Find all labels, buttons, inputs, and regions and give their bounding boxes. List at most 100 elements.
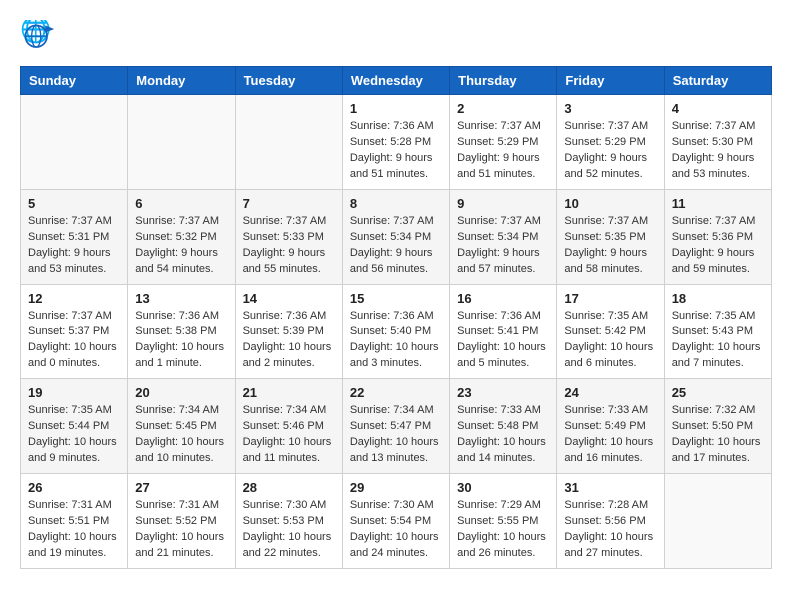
day-number: 26 [28, 480, 120, 495]
day-cell: 28 Sunrise: 7:30 AM Sunset: 5:53 PM Dayli… [235, 474, 342, 569]
day-info: Sunrise: 7:37 AM Sunset: 5:33 PM Dayligh… [243, 214, 335, 278]
day-cell: 29Sunrise: 7:30 AM Sunset: 5:54 PM Dayli… [342, 474, 449, 569]
weekday-header-saturday: Saturday [664, 67, 771, 95]
day-cell: 16 Sunrise: 7:36 AM Sunset: 5:41 PM Dayli… [450, 284, 557, 379]
day-info: Sunrise: 7:31 AM Sunset: 5:52 PM Dayligh… [135, 498, 227, 562]
day-number: 5 [28, 196, 120, 211]
day-cell: 22Sunrise: 7:34 AM Sunset: 5:47 PM Dayli… [342, 379, 449, 474]
day-info: Sunrise: 7:36 AM Sunset: 5:41 PM Dayligh… [457, 309, 549, 373]
day-info: Sunrise: 7:37 AM Sunset: 5:29 PM Dayligh… [564, 119, 656, 183]
header: 🌐 [20, 20, 772, 56]
day-number: 31 [564, 480, 656, 495]
day-number: 7 [243, 196, 335, 211]
week-row-3: 12 Sunrise: 7:37 AM Sunset: 5:37 PM Dayli… [21, 284, 772, 379]
day-info: Sunrise: 7:37 AM Sunset: 5:37 PM Dayligh… [28, 309, 120, 373]
week-row-5: 26Sunrise: 7:31 AM Sunset: 5:51 PM Dayli… [21, 474, 772, 569]
weekday-header-friday: Friday [557, 67, 664, 95]
day-number: 11 [672, 196, 764, 211]
day-info: Sunrise: 7:37 AM Sunset: 5:35 PM Dayligh… [564, 214, 656, 278]
day-cell: 26Sunrise: 7:31 AM Sunset: 5:51 PM Dayli… [21, 474, 128, 569]
weekday-header-wednesday: Wednesday [342, 67, 449, 95]
day-cell: 5 Sunrise: 7:37 AM Sunset: 5:31 PM Daylig… [21, 189, 128, 284]
logo-icon: 🌐 [20, 20, 56, 56]
weekday-header-thursday: Thursday [450, 67, 557, 95]
day-info: Sunrise: 7:29 AM Sunset: 5:55 PM Dayligh… [457, 498, 549, 562]
page-container: 🌐 SundayMondayTuesdayWednesdayThursdayFr… [0, 0, 792, 579]
day-number: 3 [564, 101, 656, 116]
weekday-header-row: SundayMondayTuesdayWednesdayThursdayFrid… [21, 67, 772, 95]
day-cell: 12 Sunrise: 7:37 AM Sunset: 5:37 PM Dayli… [21, 284, 128, 379]
day-number: 1 [350, 101, 442, 116]
day-number: 17 [564, 291, 656, 306]
day-number: 8 [350, 196, 442, 211]
day-number: 2 [457, 101, 549, 116]
day-info: Sunrise: 7:36 AM Sunset: 5:28 PM Dayligh… [350, 119, 442, 183]
weekday-header-monday: Monday [128, 67, 235, 95]
day-cell [128, 95, 235, 190]
week-row-2: 5 Sunrise: 7:37 AM Sunset: 5:31 PM Daylig… [21, 189, 772, 284]
day-number: 21 [243, 385, 335, 400]
day-info: Sunrise: 7:35 AM Sunset: 5:42 PM Dayligh… [564, 309, 656, 373]
day-cell: 25 Sunrise: 7:32 AM Sunset: 5:50 PM Dayli… [664, 379, 771, 474]
day-cell: 27 Sunrise: 7:31 AM Sunset: 5:52 PM Dayli… [128, 474, 235, 569]
day-info: Sunrise: 7:32 AM Sunset: 5:50 PM Dayligh… [672, 403, 764, 467]
calendar: SundayMondayTuesdayWednesdayThursdayFrid… [20, 66, 772, 569]
day-number: 25 [672, 385, 764, 400]
day-info: Sunrise: 7:34 AM Sunset: 5:46 PM Dayligh… [243, 403, 335, 467]
day-info: Sunrise: 7:28 AM Sunset: 5:56 PM Dayligh… [564, 498, 656, 562]
day-number: 28 [243, 480, 335, 495]
day-cell: 30 Sunrise: 7:29 AM Sunset: 5:55 PM Dayli… [450, 474, 557, 569]
day-cell: 15 Sunrise: 7:36 AM Sunset: 5:40 PM Dayli… [342, 284, 449, 379]
day-number: 14 [243, 291, 335, 306]
day-info: Sunrise: 7:37 AM Sunset: 5:29 PM Dayligh… [457, 119, 549, 183]
day-cell: 13 Sunrise: 7:36 AM Sunset: 5:38 PM Dayli… [128, 284, 235, 379]
day-number: 4 [672, 101, 764, 116]
day-cell [235, 95, 342, 190]
day-cell: 10Sunrise: 7:37 AM Sunset: 5:35 PM Dayli… [557, 189, 664, 284]
day-info: Sunrise: 7:34 AM Sunset: 5:45 PM Dayligh… [135, 403, 227, 467]
day-number: 18 [672, 291, 764, 306]
day-info: Sunrise: 7:33 AM Sunset: 5:49 PM Dayligh… [564, 403, 656, 467]
day-number: 13 [135, 291, 227, 306]
day-cell: 7 Sunrise: 7:37 AM Sunset: 5:33 PM Daylig… [235, 189, 342, 284]
day-cell: 9Sunrise: 7:37 AM Sunset: 5:34 PM Daylig… [450, 189, 557, 284]
day-cell [664, 474, 771, 569]
day-cell: 24Sunrise: 7:33 AM Sunset: 5:49 PM Dayli… [557, 379, 664, 474]
day-info: Sunrise: 7:37 AM Sunset: 5:36 PM Dayligh… [672, 214, 764, 278]
day-number: 16 [457, 291, 549, 306]
day-cell: 1 Sunrise: 7:36 AM Sunset: 5:28 PM Daylig… [342, 95, 449, 190]
day-cell: 18 Sunrise: 7:35 AM Sunset: 5:43 PM Dayli… [664, 284, 771, 379]
week-row-4: 19 Sunrise: 7:35 AM Sunset: 5:44 PM Dayli… [21, 379, 772, 474]
day-info: Sunrise: 7:30 AM Sunset: 5:53 PM Dayligh… [243, 498, 335, 562]
day-number: 12 [28, 291, 120, 306]
day-number: 30 [457, 480, 549, 495]
day-info: Sunrise: 7:35 AM Sunset: 5:43 PM Dayligh… [672, 309, 764, 373]
day-info: Sunrise: 7:37 AM Sunset: 5:34 PM Dayligh… [457, 214, 549, 278]
day-cell: 17 Sunrise: 7:35 AM Sunset: 5:42 PM Dayli… [557, 284, 664, 379]
day-number: 15 [350, 291, 442, 306]
day-info: Sunrise: 7:37 AM Sunset: 5:30 PM Dayligh… [672, 119, 764, 183]
day-info: Sunrise: 7:37 AM Sunset: 5:31 PM Dayligh… [28, 214, 120, 278]
day-cell: 21 Sunrise: 7:34 AM Sunset: 5:46 PM Dayli… [235, 379, 342, 474]
day-cell: 14Sunrise: 7:36 AM Sunset: 5:39 PM Dayli… [235, 284, 342, 379]
day-cell: 8Sunrise: 7:37 AM Sunset: 5:34 PM Daylig… [342, 189, 449, 284]
day-info: Sunrise: 7:37 AM Sunset: 5:32 PM Dayligh… [135, 214, 227, 278]
day-number: 22 [350, 385, 442, 400]
day-info: Sunrise: 7:35 AM Sunset: 5:44 PM Dayligh… [28, 403, 120, 467]
day-info: Sunrise: 7:33 AM Sunset: 5:48 PM Dayligh… [457, 403, 549, 467]
day-cell: 23 Sunrise: 7:33 AM Sunset: 5:48 PM Dayli… [450, 379, 557, 474]
day-cell: 4 Sunrise: 7:37 AM Sunset: 5:30 PM Daylig… [664, 95, 771, 190]
day-cell: 20Sunrise: 7:34 AM Sunset: 5:45 PM Dayli… [128, 379, 235, 474]
day-number: 19 [28, 385, 120, 400]
day-cell: 3 Sunrise: 7:37 AM Sunset: 5:29 PM Daylig… [557, 95, 664, 190]
day-info: Sunrise: 7:36 AM Sunset: 5:38 PM Dayligh… [135, 309, 227, 373]
day-number: 27 [135, 480, 227, 495]
day-cell: 2 Sunrise: 7:37 AM Sunset: 5:29 PM Daylig… [450, 95, 557, 190]
day-info: Sunrise: 7:36 AM Sunset: 5:40 PM Dayligh… [350, 309, 442, 373]
weekday-header-tuesday: Tuesday [235, 67, 342, 95]
day-cell: 11 Sunrise: 7:37 AM Sunset: 5:36 PM Dayli… [664, 189, 771, 284]
day-info: Sunrise: 7:30 AM Sunset: 5:54 PM Dayligh… [350, 498, 442, 562]
day-number: 23 [457, 385, 549, 400]
day-cell: 31 Sunrise: 7:28 AM Sunset: 5:56 PM Dayli… [557, 474, 664, 569]
logo: 🌐 [20, 20, 62, 56]
